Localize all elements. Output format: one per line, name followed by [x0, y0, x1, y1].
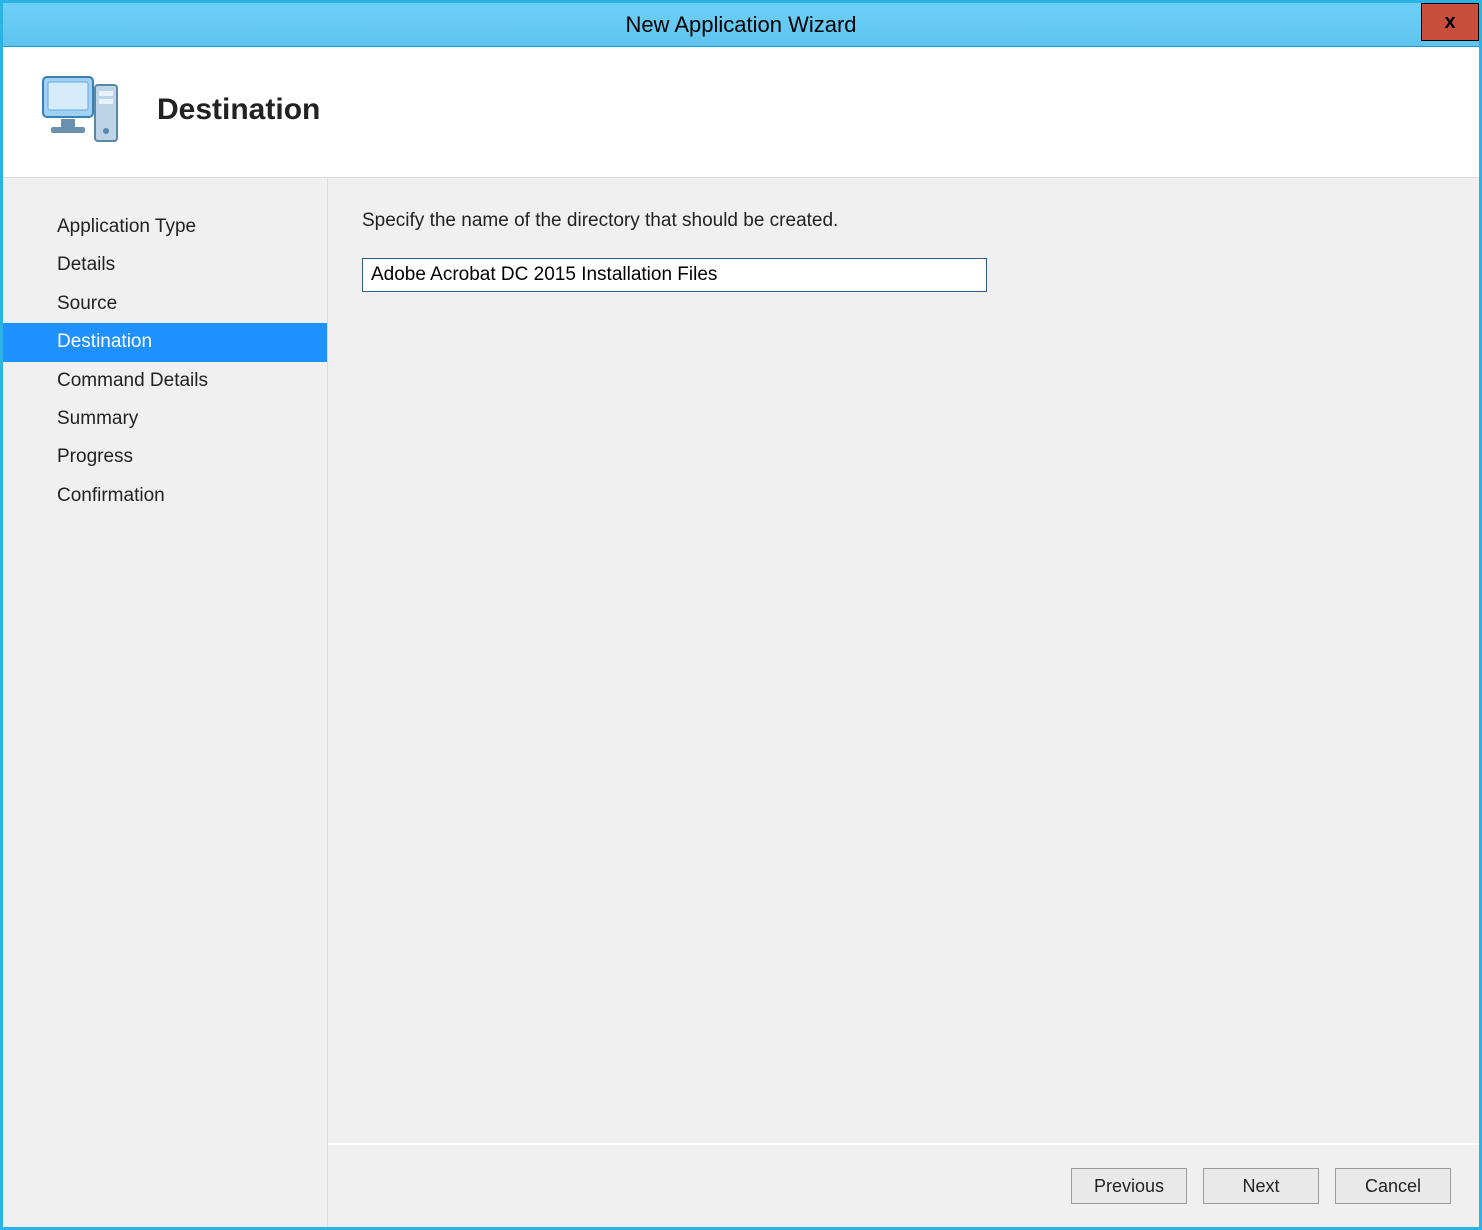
previous-button[interactable]: Previous	[1071, 1168, 1187, 1204]
sidebar-item-progress[interactable]: Progress	[3, 438, 327, 476]
close-icon: x	[1444, 11, 1455, 34]
computer-wizard-icon	[37, 71, 123, 149]
sidebar-item-command-details[interactable]: Command Details	[3, 362, 327, 400]
sidebar-item-label: Summary	[57, 408, 138, 429]
wizard-footer: Previous Next Cancel	[328, 1145, 1479, 1227]
next-button[interactable]: Next	[1203, 1168, 1319, 1204]
sidebar-item-details[interactable]: Details	[3, 246, 327, 284]
sidebar-item-destination[interactable]: Destination	[3, 323, 327, 361]
sidebar-item-label: Progress	[57, 446, 133, 467]
sidebar-item-label: Application Type	[57, 216, 196, 237]
window-title: New Application Wizard	[625, 12, 856, 38]
sidebar-item-label: Confirmation	[57, 485, 165, 506]
page-title: Destination	[157, 93, 320, 127]
sidebar-item-label: Source	[57, 293, 117, 314]
close-button[interactable]: x	[1421, 3, 1479, 41]
sidebar-item-label: Command Details	[57, 370, 208, 391]
cancel-button[interactable]: Cancel	[1335, 1168, 1451, 1204]
wizard-steps-sidebar: Application Type Details Source Destinat…	[3, 178, 328, 1227]
wizard-body: Application Type Details Source Destinat…	[3, 177, 1479, 1227]
sidebar-item-summary[interactable]: Summary	[3, 400, 327, 438]
sidebar-item-confirmation[interactable]: Confirmation	[3, 477, 327, 515]
instruction-text: Specify the name of the directory that s…	[362, 210, 1445, 232]
sidebar-item-application-type[interactable]: Application Type	[3, 208, 327, 246]
wizard-content: Specify the name of the directory that s…	[328, 178, 1479, 1145]
sidebar-item-label: Details	[57, 254, 115, 275]
sidebar-item-label: Destination	[57, 331, 152, 352]
titlebar: New Application Wizard x	[3, 3, 1479, 47]
wizard-window: New Application Wizard x Destination	[0, 0, 1482, 1230]
wizard-header: Destination	[3, 47, 1479, 177]
directory-name-input[interactable]	[362, 258, 987, 292]
sidebar-item-source[interactable]: Source	[3, 285, 327, 323]
wizard-main: Specify the name of the directory that s…	[328, 178, 1479, 1227]
